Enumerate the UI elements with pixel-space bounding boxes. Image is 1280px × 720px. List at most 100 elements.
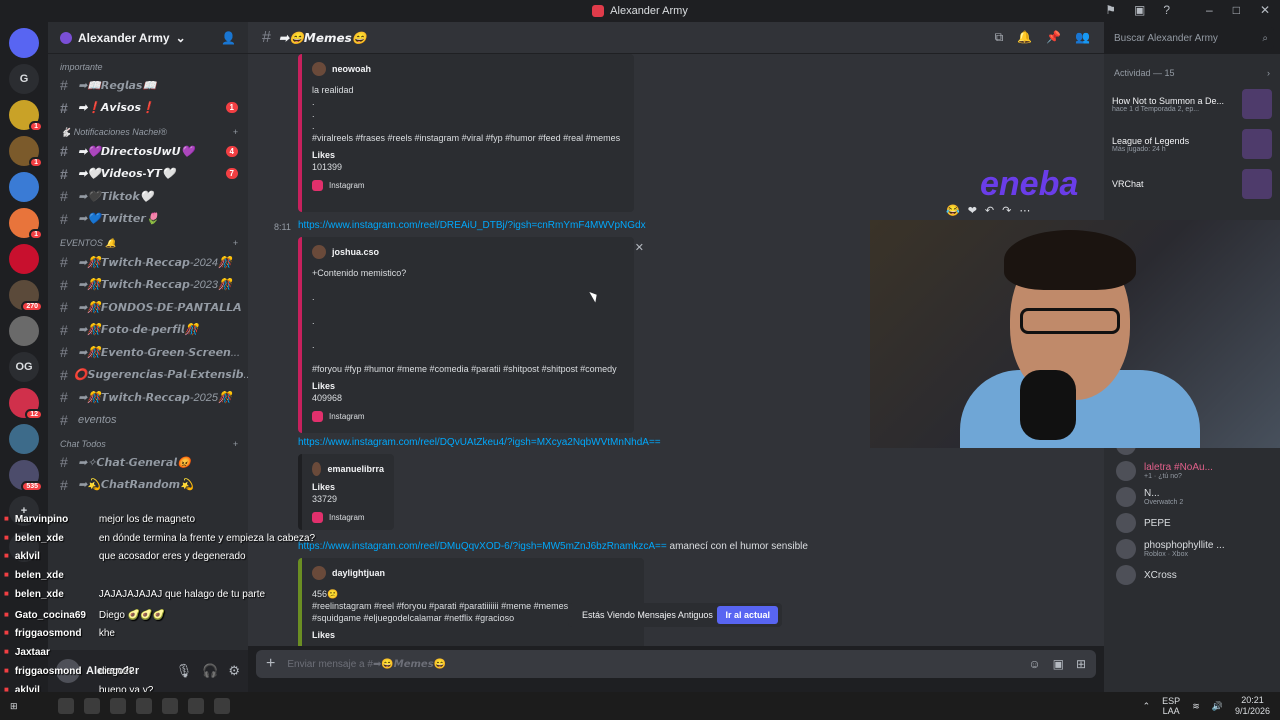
discord-taskbar-icon[interactable] [187,698,204,714]
channel-item[interactable]: # ➡💜𝘿𝙞𝙧𝙚𝙘𝙩𝙤𝙨𝙐𝙬𝙐💜 4 [48,140,248,163]
more-icon[interactable]: ⋯ [1019,204,1030,217]
member-item[interactable]: PEPE [1104,510,1280,536]
store-icon[interactable] [135,698,152,714]
avatar [1116,461,1136,481]
settings-gear-icon[interactable]: ⚙ [228,663,240,679]
server-icon[interactable] [9,244,39,274]
hash-icon: # [60,254,68,271]
pin-icon[interactable]: 📌 [1046,30,1061,45]
channel-item[interactable]: # ➡📖𝙍𝙚𝙜𝙡𝙖𝙨📖 [48,74,248,97]
channel-label: eventos [78,413,117,426]
obs-icon[interactable] [213,698,230,714]
bell-icon[interactable]: 🔔 [1017,30,1032,45]
language-indicator[interactable]: ESP [1162,696,1180,706]
channel-item[interactable]: # eventos [48,409,248,432]
server-icon[interactable] [9,424,39,454]
message-input[interactable]: Enviar mensaje a #➡😄𝙈𝙚𝙢𝙚𝙨😄 [287,659,1016,670]
server-icon[interactable]: 1 [9,208,43,240]
channel-item[interactable]: # ➡🎊𝙏𝙬𝙞𝙩𝙘𝙝-𝙍𝙚𝙘𝙘𝙖𝙥-2025🎊 [48,386,248,409]
gif-icon[interactable]: ▣ [1053,657,1064,671]
channel-item[interactable]: # ➡🎊𝙁𝙤𝙩𝙤-𝙙𝙚-𝙥𝙚𝙧𝙛𝙞𝙡🎊 [48,319,248,342]
maximize-button[interactable]: □ [1233,3,1240,17]
channel-item[interactable]: # ➡💙𝙏𝙬𝙞𝙩𝙩𝙚𝙧🌷 [48,208,248,231]
add-member-icon[interactable]: 👤 [221,31,236,45]
member-item[interactable]: XCross [1104,562,1280,588]
embed-author[interactable]: daylightjuan [332,568,385,578]
channel-item[interactable]: # ➡🤍𝙑𝙞𝙙𝙚𝙤𝙨-𝙔𝙏🤍 7 [48,163,248,186]
chrome-icon[interactable] [161,698,178,714]
activity-item[interactable]: VRChat [1104,164,1280,204]
minimize-button[interactable]: – [1206,3,1213,17]
server-header[interactable]: Alexander Army ⌄ 👤 [48,22,248,54]
server-icon[interactable]: 12 [9,388,43,420]
chevron-right-icon[interactable]: › [1267,68,1270,78]
hash-icon: # [60,276,68,293]
clock[interactable]: 20:21 9/1/2026 [1235,695,1270,717]
file-explorer-icon[interactable] [83,698,100,714]
channel-item[interactable]: # ➡❗𝘼𝙫𝙞𝙨𝙤𝙨❗ 1 [48,97,248,120]
embed-author[interactable]: joshua.cso [332,247,379,257]
stream-chat-line: ■ belen_xde en dónde termina la frente y e… [4,533,315,544]
channel-label: ➡💜𝘿𝙞𝙧𝙚𝙘𝙩𝙤𝙨𝙐𝙬𝙐💜 [78,145,195,158]
category-notificaciones[interactable]: 🐇 Notificaciones Nachei® + [48,119,248,140]
member-item[interactable]: laletra #NoAu... +1 · ¿tú no? [1104,458,1280,484]
server-icon[interactable]: 270 [9,280,43,312]
channel-item[interactable]: # ➡🎊𝙏𝙬𝙞𝙩𝙘𝙝-𝙍𝙚𝙘𝙘𝙖𝙥-2024🎊 [48,251,248,274]
forward-icon[interactable]: ↷ [1002,204,1011,217]
channel-item[interactable]: # ➡✧𝘾𝙝𝙖𝙩-𝙂𝙚𝙣𝙚𝙧𝙖𝙡😡 [48,451,248,474]
headphones-icon[interactable]: 🎧 [202,663,218,679]
hash-icon: # [60,321,68,338]
server-icon[interactable]: OG [9,352,39,382]
member-item[interactable]: N... Overwatch 2 [1104,484,1280,510]
threads-icon[interactable]: ⧉ [995,30,1004,45]
message-composer[interactable]: + Enviar mensaje a #➡😄𝙈𝙚𝙢𝙚𝙨😄 ☺ ▣ ⊞ [256,650,1096,678]
activity-item[interactable]: How Not to Summon a De... hace 1 d Tempor… [1104,84,1280,124]
search-app-icon[interactable] [57,698,74,714]
member-item[interactable]: phosphophyllite ... Roblox · Xbox [1104,536,1280,562]
channel-item[interactable]: # ➡🎊𝙏𝙬𝙞𝙩𝙘𝙝-𝙍𝙚𝙘𝙘𝙖𝙥-2023🎊 [48,274,248,297]
inbox-icon[interactable]: ⚑ [1105,3,1116,17]
server-icon[interactable]: 1 [9,136,43,168]
tray-chevron-icon[interactable]: ⌃ [1143,701,1151,712]
embed-author[interactable]: neowoah [332,64,371,74]
server-icon[interactable] [9,172,39,202]
embed-author[interactable]: emanuelibrra [327,464,384,474]
activity-item[interactable]: League of Legends Más jugado: 24 h [1104,124,1280,164]
category-eventos[interactable]: EVENTOS 🔔 + [48,230,248,251]
reply-icon[interactable]: ↶ [985,204,994,217]
microphone-icon[interactable]: 🎙 [176,663,193,679]
category-chat-todos[interactable]: Chat Todos + [48,431,248,451]
window-title-text: Alexander Army [610,5,688,17]
channel-item[interactable]: # ⭕𝙎𝙪𝙜𝙚𝙧𝙚𝙣𝙘𝙞𝙖𝙨-𝙋𝙖𝙡-𝙀𝙭𝙩𝙚𝙣𝙨𝙞𝙗... [48,364,248,387]
monitor-icon[interactable]: ▣ [1134,3,1145,17]
channel-item[interactable]: # ➡🎊𝙁𝙊𝙉𝘿𝙊𝙎-𝘿𝙀-𝙋𝘼𝙉𝙏𝘼𝙇𝙇𝘼 [48,296,248,319]
server-icon[interactable] [9,316,39,346]
emoji-icon[interactable]: ☺ [1028,657,1040,671]
unread-badge: 535 [21,481,43,492]
server-icon[interactable]: 1 [9,100,43,132]
unread-badge: 1 [29,121,43,132]
help-icon[interactable]: ? [1163,3,1170,17]
category-importante[interactable]: importante [48,54,248,74]
server-icon[interactable]: 535 [9,460,43,492]
discord-icon[interactable] [9,28,39,58]
close-button[interactable]: ✕ [1260,3,1270,17]
volume-icon[interactable]: 🔊 [1212,701,1223,712]
windows-start-icon[interactable]: ⊞ [10,701,18,712]
close-embed-icon[interactable]: ✕ [635,241,644,254]
apps-icon[interactable]: ⊞ [1076,657,1086,671]
mention-badge: 7 [225,168,238,180]
heart-icon[interactable]: ❤ [968,204,977,217]
add-attachment-icon[interactable]: + [266,655,275,673]
wifi-icon[interactable]: ≋ [1192,701,1200,712]
message-link[interactable]: https://www.instagram.com/reel/DMuQqvXOD… [298,541,1058,552]
server-icon[interactable]: G [9,64,39,94]
member-list-icon[interactable]: 👥 [1075,30,1090,45]
search-input[interactable]: Buscar Alexander Army ⌕ [1108,27,1274,49]
jump-to-present-button[interactable]: Ir al actual [717,606,778,624]
edge-icon[interactable] [109,698,126,714]
channel-item[interactable]: # ➡🖤𝙏𝙞𝙠𝙩𝙤𝙠🤍 [48,185,248,208]
channel-item[interactable]: # ➡💫𝘾𝙝𝙖𝙩𝙍𝙖𝙣𝙙𝙤𝙢💫 [48,474,248,497]
channel-item[interactable]: # ➡🎊𝙀𝙫𝙚𝙣𝙩𝙤-𝙂𝙧𝙚𝙚𝙣-𝙎𝙘𝙧𝙚𝙚𝙣... [48,341,248,364]
reaction-icon[interactable]: 😂 [946,204,960,217]
